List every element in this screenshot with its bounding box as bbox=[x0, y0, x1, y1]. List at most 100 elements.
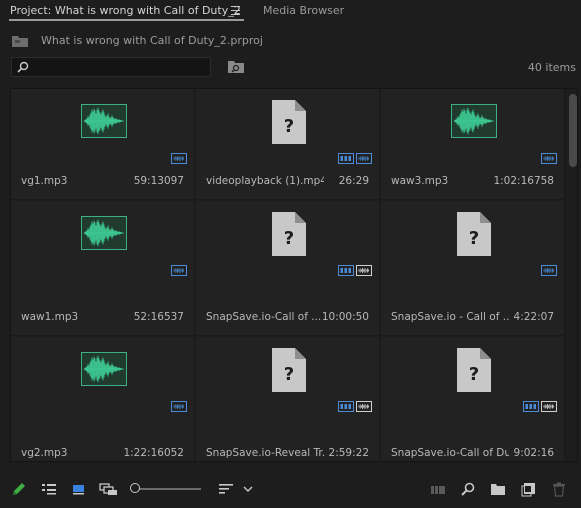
audio-track-badge-icon bbox=[541, 265, 557, 276]
project-item[interactable]: waw3.mp3 1:02:16758 bbox=[381, 89, 565, 200]
video-track-badge-icon bbox=[338, 153, 354, 164]
item-duration: 4:22:07 bbox=[513, 311, 554, 323]
audio-thumbnail bbox=[81, 104, 127, 138]
track-badges bbox=[541, 265, 557, 277]
item-count: 40 items bbox=[527, 61, 576, 74]
item-name[interactable]: SnapSave.io - Call of ... bbox=[391, 311, 509, 323]
svg-text:?: ? bbox=[284, 116, 294, 137]
track-badges bbox=[171, 265, 187, 277]
track-badges bbox=[338, 153, 372, 165]
chevron-down-icon[interactable] bbox=[242, 481, 254, 497]
project-filename: What is wrong with Call of Duty_2.prproj bbox=[41, 34, 263, 47]
item-thumbnail[interactable]: ? bbox=[196, 201, 380, 281]
bin-icon bbox=[12, 36, 28, 47]
audio-thumbnail bbox=[81, 352, 127, 386]
track-badges bbox=[338, 401, 372, 413]
project-item[interactable]: ? SnapSave.io-Reveal Tr... 2:59:22 bbox=[196, 337, 380, 461]
item-name[interactable]: waw1.mp3 bbox=[21, 311, 78, 323]
unknown-file-icon: ? bbox=[457, 212, 491, 256]
item-duration: 1:22:16052 bbox=[123, 447, 184, 459]
active-tab-underline bbox=[9, 19, 244, 21]
track-badges bbox=[171, 401, 187, 413]
bottom-toolbar bbox=[0, 476, 581, 504]
item-name[interactable]: videoplayback (1).mp4 bbox=[206, 175, 324, 187]
item-name[interactable]: SnapSave.io-Call of ... bbox=[206, 311, 321, 323]
item-thumbnail[interactable]: ? bbox=[196, 337, 380, 417]
tab-project[interactable]: Project: What is wrong with Call of Duty… bbox=[10, 4, 241, 17]
waveform-icon bbox=[84, 355, 124, 383]
project-items-grid: vg1.mp3 59:13097? videoplayback (1).mp4 26:… bbox=[10, 88, 578, 462]
project-path-row: What is wrong with Call of Duty_2.prproj bbox=[0, 30, 581, 50]
waveform-icon bbox=[84, 107, 124, 135]
sort-icon[interactable] bbox=[218, 481, 234, 497]
item-duration: 59:13097 bbox=[133, 175, 184, 187]
search-input[interactable] bbox=[34, 59, 204, 75]
svg-text:?: ? bbox=[284, 364, 294, 385]
item-thumbnail[interactable]: ? bbox=[381, 201, 565, 281]
item-duration: 9:02:16 bbox=[513, 447, 554, 459]
audio-track-badge-icon bbox=[356, 401, 372, 412]
panel-tabs: Project: What is wrong with Call of Duty… bbox=[0, 0, 581, 22]
item-name[interactable]: SnapSave.io-Reveal Tr... bbox=[206, 447, 324, 459]
item-thumbnail[interactable] bbox=[11, 337, 195, 417]
item-thumbnail[interactable] bbox=[381, 89, 565, 169]
unknown-file-icon: ? bbox=[272, 348, 306, 392]
audio-track-badge-icon bbox=[356, 153, 372, 164]
project-item[interactable]: vg1.mp3 59:13097 bbox=[11, 89, 195, 200]
item-thumbnail[interactable] bbox=[11, 89, 195, 169]
audio-track-badge-icon bbox=[171, 265, 187, 276]
track-badges bbox=[338, 265, 372, 277]
item-name[interactable]: vg1.mp3 bbox=[21, 175, 67, 187]
tab-media-browser[interactable]: Media Browser bbox=[263, 4, 344, 17]
project-item[interactable]: waw1.mp3 52:16537 bbox=[11, 201, 195, 336]
project-item[interactable]: ? SnapSave.io-Call of ... 10:00:50 bbox=[196, 201, 380, 336]
item-thumbnail[interactable] bbox=[11, 201, 195, 281]
track-badges bbox=[523, 401, 557, 413]
icon-view-icon[interactable] bbox=[71, 481, 87, 497]
search-box[interactable] bbox=[11, 57, 211, 77]
svg-text:?: ? bbox=[469, 364, 479, 385]
video-track-badge-icon bbox=[338, 265, 354, 276]
scrollbar-thumb[interactable] bbox=[569, 94, 577, 167]
new-item-icon[interactable] bbox=[521, 481, 537, 497]
audio-track-badge-icon bbox=[541, 401, 557, 412]
video-track-badge-icon bbox=[338, 401, 354, 412]
freeform-view-icon[interactable] bbox=[99, 481, 119, 497]
zoom-slider-track[interactable] bbox=[131, 488, 201, 490]
item-name[interactable]: SnapSave.io-Call of Du... bbox=[391, 447, 509, 459]
new-search-bin-icon[interactable] bbox=[228, 60, 244, 73]
new-bin-icon[interactable] bbox=[490, 481, 506, 497]
project-item[interactable]: ? SnapSave.io - Call of ... 4:22:07 bbox=[381, 201, 565, 336]
automate-to-sequence-icon[interactable] bbox=[430, 481, 446, 497]
waveform-icon bbox=[454, 107, 494, 135]
list-view-icon[interactable] bbox=[41, 481, 57, 497]
item-thumbnail[interactable]: ? bbox=[381, 337, 565, 417]
project-item[interactable]: ? videoplayback (1).mp4 26:29 bbox=[196, 89, 380, 200]
trash-icon[interactable] bbox=[551, 481, 567, 497]
panel-menu-icon[interactable] bbox=[231, 3, 241, 17]
item-name[interactable]: vg2.mp3 bbox=[21, 447, 67, 459]
item-duration: 10:00:50 bbox=[321, 311, 369, 323]
project-item[interactable]: ? SnapSave.io-Call of Du... 9:02:16 bbox=[381, 337, 565, 461]
find-icon[interactable] bbox=[460, 481, 476, 497]
item-duration: 52:16537 bbox=[133, 311, 184, 323]
item-thumbnail[interactable]: ? bbox=[196, 89, 380, 169]
waveform-icon bbox=[84, 219, 124, 247]
vertical-scrollbar[interactable] bbox=[569, 92, 577, 458]
audio-track-badge-icon bbox=[541, 153, 557, 164]
track-badges bbox=[171, 153, 187, 165]
zoom-slider-knob[interactable] bbox=[130, 483, 140, 493]
audio-thumbnail bbox=[451, 104, 497, 138]
svg-text:?: ? bbox=[469, 228, 479, 249]
audio-track-badge-icon bbox=[171, 401, 187, 412]
item-duration: 26:29 bbox=[338, 175, 369, 187]
audio-thumbnail bbox=[81, 216, 127, 250]
pencil-icon[interactable] bbox=[11, 481, 27, 497]
project-item[interactable]: vg2.mp3 1:22:16052 bbox=[11, 337, 195, 461]
item-duration: 2:59:22 bbox=[328, 447, 369, 459]
search-icon bbox=[17, 61, 29, 73]
item-duration: 1:02:16758 bbox=[493, 175, 554, 187]
audio-track-badge-icon bbox=[356, 265, 372, 276]
video-track-badge-icon bbox=[523, 401, 539, 412]
item-name[interactable]: waw3.mp3 bbox=[391, 175, 448, 187]
